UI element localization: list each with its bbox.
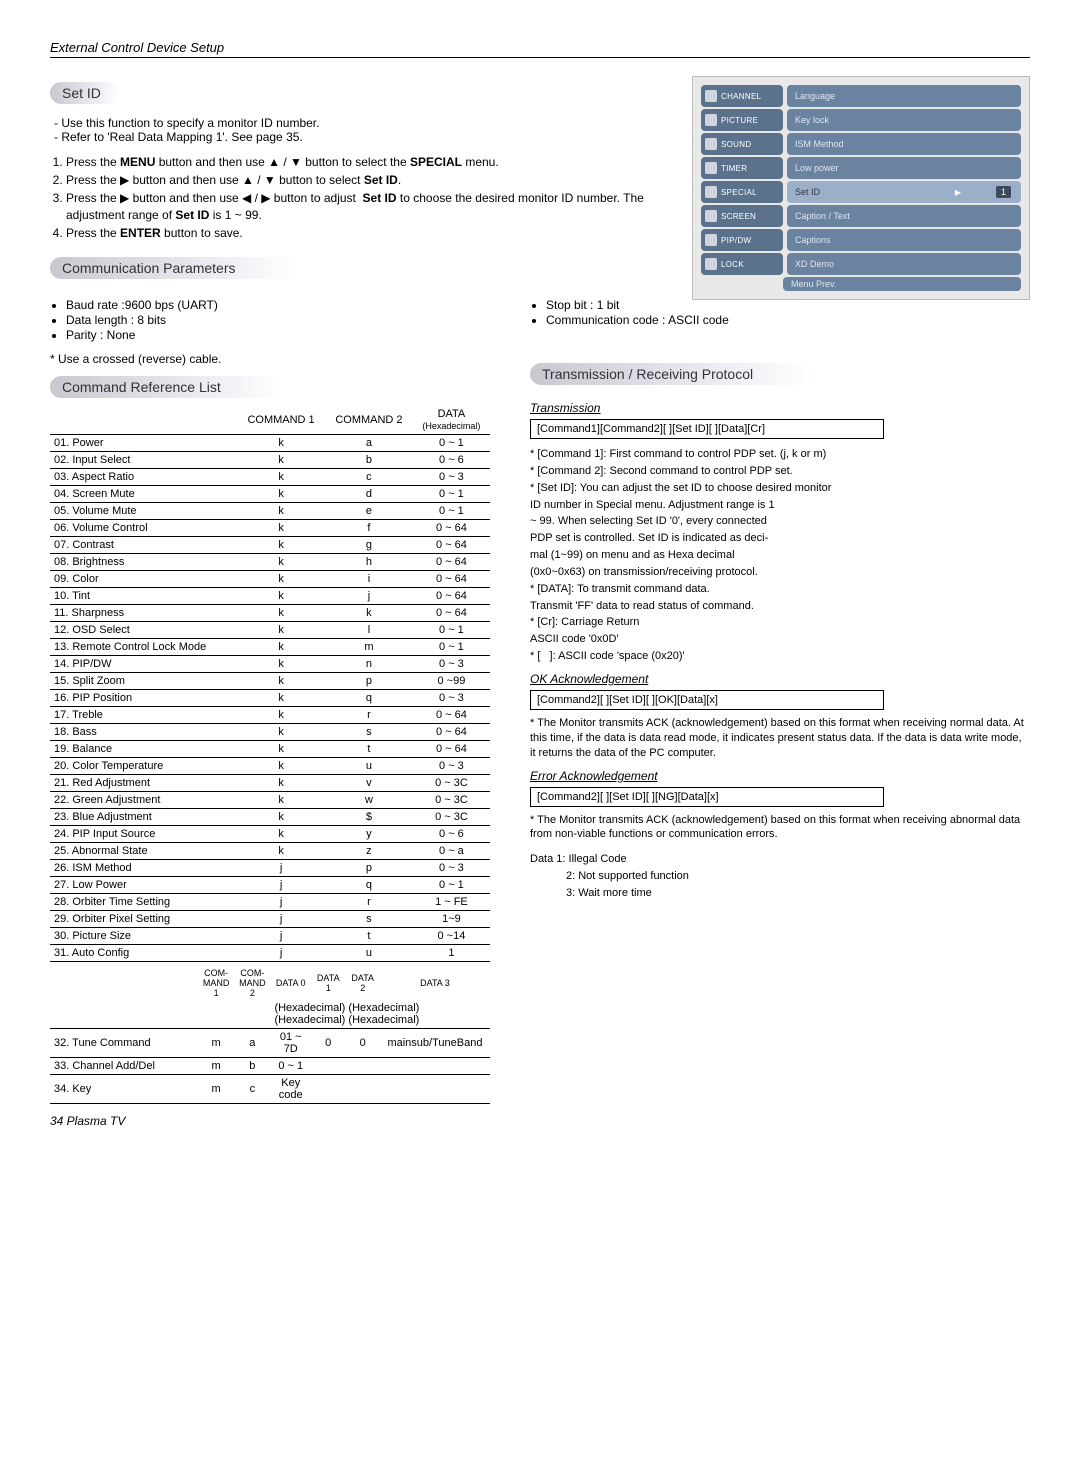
- table-row: 01. Powerka0 ~ 1: [50, 435, 490, 452]
- err-ack-note: * The Monitor transmits ACK (acknowledge…: [530, 813, 1030, 843]
- table-row: 13. Remote Control Lock Modekm0 ~ 1: [50, 639, 490, 656]
- osd-tab-icon: [705, 210, 717, 222]
- osd-tab-icon: [705, 186, 717, 198]
- osd-tab-label: PIP/DW: [721, 236, 751, 245]
- ok-ack-box: [Command2][ ][Set ID][ ][OK][Data][x]: [530, 690, 884, 710]
- section-comm-params: Communication Parameters: [50, 257, 296, 279]
- table-row: 22. Green Adjustmentkw0 ~ 3C: [50, 792, 490, 809]
- table-row: 09. Colorki0 ~ 64: [50, 571, 490, 588]
- osd-tab-icon: [705, 90, 717, 102]
- table-row: 24. PIP Input Sourceky0 ~ 6: [50, 826, 490, 843]
- osd-tab-label: SOUND: [721, 140, 751, 149]
- table-row: 32. Tune Commandma01 ~ 7D00mainsub/TuneB…: [50, 1029, 490, 1058]
- osd-item: Low power: [787, 157, 1021, 179]
- setid-steps: Press the MENU button and then use ▲ / ▼…: [50, 154, 672, 241]
- osd-tab-label: SCREEN: [721, 212, 756, 221]
- osd-tab-label: LOCK: [721, 260, 744, 269]
- table-row: 03. Aspect Ratiokc0 ~ 3: [50, 469, 490, 486]
- table-row: 02. Input Selectkb0 ~ 6: [50, 452, 490, 469]
- osd-item: ISM Method: [787, 133, 1021, 155]
- osd-tab: SPECIAL: [701, 181, 783, 203]
- table-row: 25. Abnormal Statekz0 ~ a: [50, 843, 490, 860]
- table-row: 31. Auto Configju1: [50, 945, 490, 962]
- table-row: 26. ISM Methodjp0 ~ 3: [50, 860, 490, 877]
- comm-left-list: Baud rate :9600 bps (UART) Data length :…: [50, 298, 490, 342]
- osd-item: Key lock: [787, 109, 1021, 131]
- transmission-heading: Transmission: [530, 401, 1030, 415]
- table-row: 05. Volume Muteke0 ~ 1: [50, 503, 490, 520]
- osd-tab-label: TIMER: [721, 164, 747, 173]
- cmd-ext-table: COM-MAND 1 COM-MAND 2 DATA 0 DATA 1 DATA…: [50, 966, 490, 1104]
- osd-panel: CHANNEL Language PICTURE Key lock SOUND ISM M…: [692, 76, 1030, 300]
- page-header: External Control Device Setup: [50, 40, 1030, 58]
- table-row: 12. OSD Selectkl0 ~ 1: [50, 622, 490, 639]
- table-row: 04. Screen Mutekd0 ~ 1: [50, 486, 490, 503]
- table-row: 21. Red Adjustmentkv0 ~ 3C: [50, 775, 490, 792]
- osd-tab: PIP/DW: [701, 229, 783, 251]
- osd-tab-icon: [705, 138, 717, 150]
- osd-tab: TIMER: [701, 157, 783, 179]
- setid-intro-list: Use this function to specify a monitor I…: [50, 116, 672, 144]
- osd-tab-icon: [705, 234, 717, 246]
- osd-tab-label: SPECIAL: [721, 188, 757, 197]
- osd-tab-label: CHANNEL: [721, 92, 761, 101]
- comm-right-list: Stop bit : 1 bit Communication code : AS…: [530, 298, 1030, 327]
- osd-tab-icon: [705, 258, 717, 270]
- table-row: 14. PIP/DWkn0 ~ 3: [50, 656, 490, 673]
- section-set-id: Set ID: [50, 82, 119, 104]
- cmd-table: COMMAND 1 COMMAND 2 DATA(Hexadecimal) 01…: [50, 406, 490, 962]
- table-row: 10. Tintkj0 ~ 64: [50, 588, 490, 605]
- table-row: 07. Contrastkg0 ~ 64: [50, 537, 490, 554]
- table-row: 33. Channel Add/Delmb0 ~ 1: [50, 1058, 490, 1075]
- osd-tab-label: PICTURE: [721, 116, 758, 125]
- table-row: 29. Orbiter Pixel Settingjs1~9: [50, 911, 490, 928]
- transmission-format-box: [Command1][Command2][ ][Set ID][ ][Data]…: [530, 419, 884, 439]
- osd-item: Language: [787, 85, 1021, 107]
- table-row: 28. Orbiter Time Settingjr1 ~ FE: [50, 894, 490, 911]
- table-row: 15. Split Zoomkp0 ~99: [50, 673, 490, 690]
- ok-ack-note: * The Monitor transmits ACK (acknowledge…: [530, 716, 1030, 761]
- osd-tab: SCREEN: [701, 205, 783, 227]
- osd-tab-icon: [705, 114, 717, 126]
- page-footer: 34 Plasma TV: [50, 1114, 1030, 1128]
- osd-item: Captions: [787, 229, 1021, 251]
- osd-footer: Menu Prev.: [783, 277, 1021, 291]
- osd-tab-icon: [705, 162, 717, 174]
- table-row: 08. Brightnesskh0 ~ 64: [50, 554, 490, 571]
- table-row: 34. KeymcKey code: [50, 1075, 490, 1104]
- osd-item: Caption / Text: [787, 205, 1021, 227]
- osd-item: Set ID1: [787, 181, 1021, 203]
- section-cmd-ref: Command Reference List: [50, 376, 281, 398]
- header-title: External Control Device Setup: [50, 40, 224, 55]
- table-row: 16. PIP Positionkq0 ~ 3: [50, 690, 490, 707]
- err-ack-box: [Command2][ ][Set ID][ ][NG][Data][x]: [530, 787, 884, 807]
- table-row: 30. Picture Sizejt0 ~14: [50, 928, 490, 945]
- table-row: 19. Balancekt0 ~ 64: [50, 741, 490, 758]
- ok-ack-heading: OK Acknowledgement: [530, 672, 1030, 686]
- osd-tab: SOUND: [701, 133, 783, 155]
- table-row: 27. Low Powerjq0 ~ 1: [50, 877, 490, 894]
- transmission-notes: * [Command 1]: First command to control …: [530, 447, 1030, 664]
- table-row: 11. Sharpnesskk0 ~ 64: [50, 605, 490, 622]
- table-row: 23. Blue Adjustmentk$0 ~ 3C: [50, 809, 490, 826]
- data-codes: Data 1: Illegal Code 2: Not supported fu…: [530, 852, 1030, 901]
- osd-tab: PICTURE: [701, 109, 783, 131]
- osd-tab: LOCK: [701, 253, 783, 275]
- table-row: 06. Volume Controlkf0 ~ 64: [50, 520, 490, 537]
- osd-item: XD Demo: [787, 253, 1021, 275]
- osd-tab: CHANNEL: [701, 85, 783, 107]
- table-row: 17. Treblekr0 ~ 64: [50, 707, 490, 724]
- section-protocol: Transmission / Receiving Protocol: [530, 363, 813, 385]
- err-ack-heading: Error Acknowledgement: [530, 769, 1030, 783]
- comm-note: * Use a crossed (reverse) cable.: [50, 352, 490, 366]
- table-row: 20. Color Temperatureku0 ~ 3: [50, 758, 490, 775]
- osd-value: 1: [996, 186, 1011, 198]
- table-row: 18. Bassks0 ~ 64: [50, 724, 490, 741]
